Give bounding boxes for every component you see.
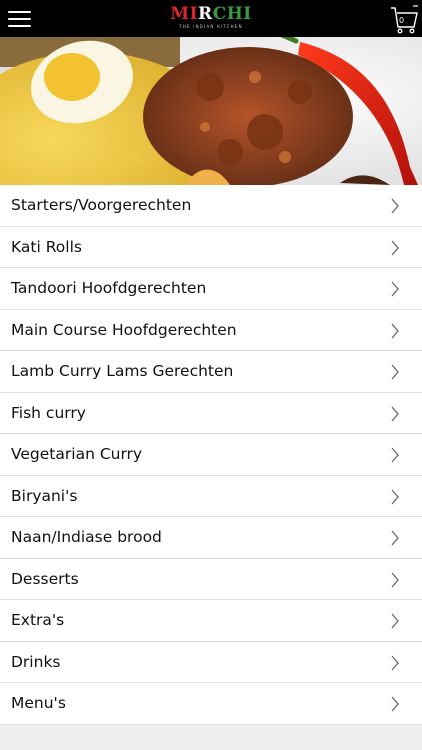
chevron-right-icon <box>391 489 399 504</box>
menu-category-item[interactable]: Starters/Voorgerechten <box>0 185 422 227</box>
menu-category-label: Drinks <box>11 652 61 671</box>
hero-food-image <box>0 37 422 185</box>
chevron-right-icon <box>391 447 399 463</box>
menu-category-label: Vegetarian Curry <box>11 445 143 463</box>
chevron-right-icon <box>391 240 399 255</box>
chevron-right-icon <box>391 323 399 338</box>
chevron-right-icon <box>391 530 399 546</box>
menu-category-item[interactable]: Fish curry <box>0 392 422 434</box>
chevron-right-icon <box>391 696 399 712</box>
menu-category-label: Lamb Curry Lams Gerechten <box>11 362 234 380</box>
menu-category-label: Naan/Indiase brood <box>11 528 162 546</box>
menu-category-item[interactable]: Vegetarian Curry <box>0 434 422 476</box>
chevron-right-icon <box>391 281 399 297</box>
menu-category-item[interactable]: Main Course Hoofdgerechten <box>0 309 422 351</box>
menu-category-item[interactable]: Naan/Indiase brood <box>0 517 422 559</box>
menu-category-item[interactable]: Kati Rolls <box>0 226 422 268</box>
brand-logo: MIRCHI <box>170 4 252 24</box>
chevron-right-icon <box>391 198 399 214</box>
menu-category-item[interactable]: Tandoori Hoofdgerechten <box>0 268 422 310</box>
cart-count-badge: 0 <box>398 16 405 25</box>
menu-category-label: Main Course Hoofdgerechten <box>11 320 237 339</box>
menu-category-list: Starters/Voorgerechten Kati Rolls Tandoo… <box>0 185 422 725</box>
menu-category-item[interactable]: Desserts <box>0 558 422 600</box>
menu-category-label: Menu's <box>11 694 66 712</box>
menu-category-label: Biryani's <box>11 486 78 505</box>
chevron-right-icon <box>391 572 399 587</box>
menu-category-item[interactable]: Drinks <box>0 641 422 683</box>
menu-category-label: Kati Rolls <box>11 237 82 256</box>
chevron-right-icon <box>391 655 399 670</box>
menu-category-label: Extra's <box>11 611 65 629</box>
menu-category-label: Desserts <box>11 569 79 588</box>
top-navigation-bar: MIRCHI THE INDIAN KITCHEN 0 <box>0 0 422 37</box>
menu-category-item[interactable]: Menu's <box>0 683 422 725</box>
menu-category-label: Starters/Voorgerechten <box>11 196 192 214</box>
menu-category-item[interactable]: Lamb Curry Lams Gerechten <box>0 351 422 393</box>
menu-category-label: Fish curry <box>11 403 86 422</box>
chevron-right-icon <box>391 406 399 421</box>
chevron-right-icon <box>391 364 399 380</box>
brand-tagline: THE INDIAN KITCHEN <box>179 24 243 29</box>
menu-category-label: Tandoori Hoofdgerechten <box>11 279 207 297</box>
chevron-right-icon <box>391 613 399 629</box>
menu-category-item[interactable]: Extra's <box>0 600 422 642</box>
menu-category-item[interactable]: Biryani's <box>0 475 422 517</box>
